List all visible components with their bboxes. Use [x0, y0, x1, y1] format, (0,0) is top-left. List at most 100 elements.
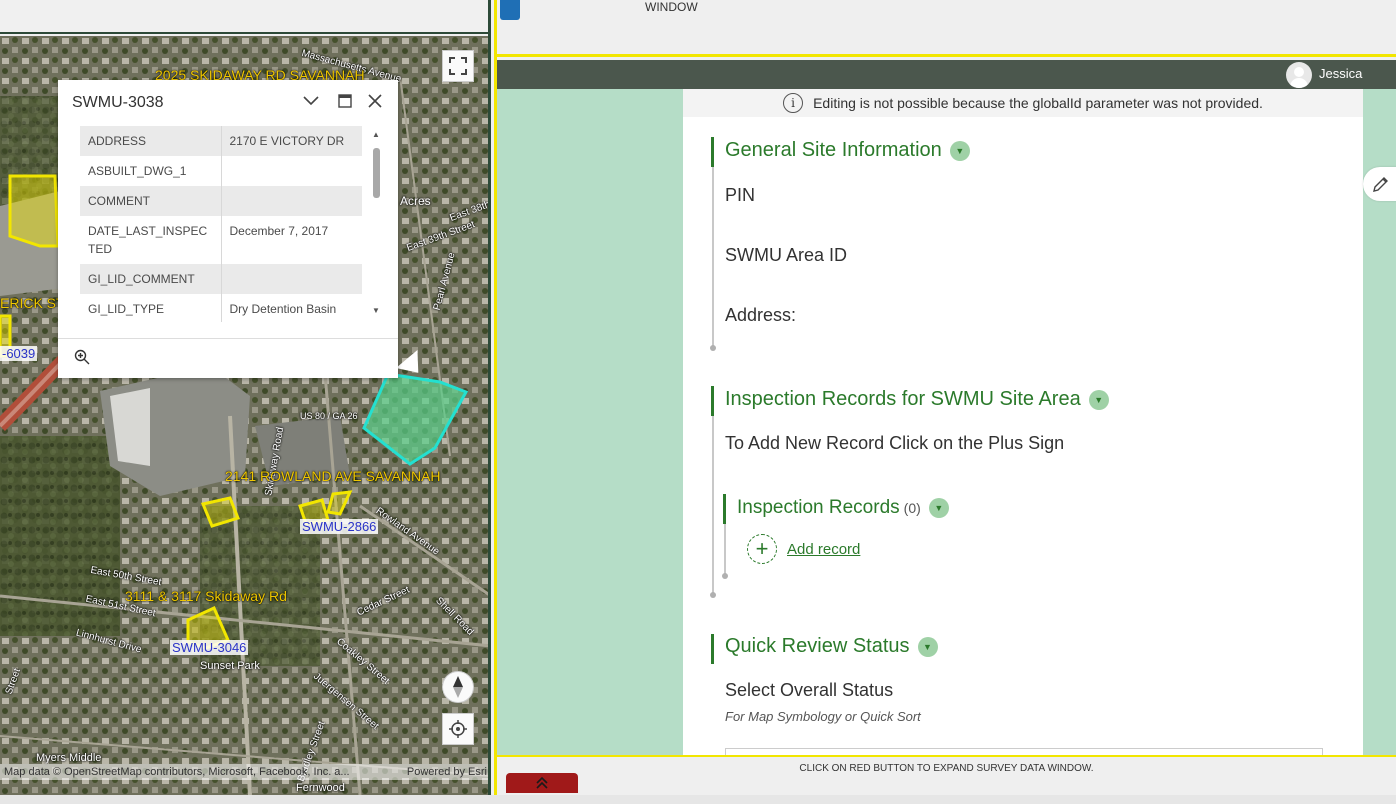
- fullscreen-button[interactable]: [442, 50, 474, 82]
- plus-icon[interactable]: +: [747, 534, 777, 564]
- window-bottom-edge: [0, 795, 1396, 804]
- edit-button[interactable]: [1363, 167, 1396, 201]
- user-name[interactable]: Jessica: [1319, 66, 1362, 81]
- group-bar: [711, 386, 714, 416]
- field-value: [221, 156, 362, 186]
- swmu-label[interactable]: SWMU-2866: [300, 519, 379, 534]
- inspection-note: To Add New Record Click on the Plus Sign: [725, 433, 1065, 453]
- map-pane: Massachusetts Avenue Acres East 38th Eas…: [0, 0, 491, 795]
- compass-icon: [453, 676, 463, 698]
- table-row: GI_LID_TYPE Dry Detention Basin: [80, 294, 362, 322]
- field-label-address: Address:: [725, 305, 797, 325]
- popup-close-button[interactable]: [364, 90, 386, 112]
- field-value: December 7, 2017: [229, 224, 329, 238]
- place-label: Sunset Park: [200, 660, 260, 672]
- field-label-pin: PIN: [725, 185, 756, 205]
- place-label: Fernwood: [296, 782, 345, 794]
- survey-form: i Editing is not possible because the gl…: [683, 89, 1363, 755]
- field-value: Dry Detention Basin: [229, 302, 337, 316]
- window-tab[interactable]: [500, 0, 520, 20]
- group-line: [712, 167, 714, 347]
- map-attribution: Map data © OpenStreetMap contributors, M…: [0, 764, 488, 780]
- collapse-icon[interactable]: ▼: [928, 498, 949, 518]
- popup-dock-button[interactable]: [334, 90, 356, 112]
- collapse-icon[interactable]: ▼: [1088, 389, 1109, 410]
- scroll-down-arrow-icon[interactable]: ▼: [372, 306, 380, 315]
- group-title-quick-review[interactable]: Quick Review Status ▼: [725, 635, 938, 658]
- survey-header: Jessica: [497, 60, 1396, 89]
- field-label-overall-status: Select Overall Status: [725, 680, 894, 700]
- group-title-text: General Site Information: [725, 139, 942, 161]
- group-line: [712, 416, 714, 594]
- locate-button[interactable]: [442, 713, 474, 745]
- table-row: DATE_LAST_INSPECTED December 7, 2017: [80, 216, 362, 264]
- compass-button[interactable]: [442, 671, 474, 703]
- collapse-icon[interactable]: ▼: [949, 140, 970, 161]
- feature-popup: SWMU-3038 ADDRESS 2170 E VICTORY DR ASBUI…: [58, 80, 398, 378]
- group-end-dot: [710, 345, 716, 351]
- address-label: ERICK ST: [0, 295, 65, 311]
- bottom-bar: CLICK ON RED BUTTON TO EXPAND SURVEY DAT…: [497, 755, 1396, 795]
- table-row: GI_LID_COMMENT: [80, 264, 362, 294]
- field-value: [221, 264, 362, 294]
- field-name: GI_LID_COMMENT: [80, 264, 222, 294]
- field-name: GI_LID_TYPE: [80, 294, 222, 322]
- scrollbar-thumb[interactable]: [373, 148, 380, 198]
- map-top-strip: [0, 0, 488, 34]
- popup-attribute-list[interactable]: ADDRESS 2170 E VICTORY DR ASBUILT_DWG_1 C…: [80, 126, 382, 322]
- table-row: ADDRESS 2170 E VICTORY DR: [80, 126, 362, 156]
- group-bar: [711, 137, 714, 167]
- survey-background: i Editing is not possible because the gl…: [497, 89, 1396, 755]
- field-name: DATE_LAST_INSPECTED: [80, 216, 222, 264]
- popup-collapse-button[interactable]: [300, 90, 322, 112]
- repeat-end-dot: [722, 573, 728, 579]
- expand-hint: CLICK ON RED BUTTON TO EXPAND SURVEY DAT…: [799, 763, 1094, 774]
- popup-attribute-table: ADDRESS 2170 E VICTORY DR ASBUILT_DWG_1 C…: [80, 126, 362, 322]
- info-icon: i: [783, 93, 804, 113]
- group-end-dot: [710, 592, 716, 598]
- field-name: COMMENT: [80, 186, 222, 216]
- address-label: 2141 ROWLAND AVE SAVANNAH: [225, 468, 441, 484]
- add-record-link[interactable]: Add record: [787, 541, 860, 558]
- expand-survey-button[interactable]: [506, 773, 578, 793]
- field-name: ASBUILT_DWG_1: [80, 156, 222, 186]
- place-label: Myers Middle: [36, 752, 102, 764]
- avatar[interactable]: [1286, 62, 1312, 88]
- swmu-label[interactable]: -6039: [0, 346, 38, 361]
- popup-footer: [58, 338, 398, 378]
- repeat-line: [724, 524, 726, 574]
- dock-icon: [338, 94, 352, 108]
- powered-by-esri[interactable]: Powered by Esri: [407, 764, 487, 780]
- popup-title: SWMU-3038: [72, 94, 164, 111]
- address-label: 3111 & 3117 Skidaway Rd: [125, 588, 287, 604]
- double-chevron-up-icon: [536, 777, 548, 789]
- table-row: COMMENT: [80, 186, 362, 216]
- field-value: [221, 186, 362, 216]
- expand-icon: [449, 57, 467, 75]
- close-icon: [368, 94, 382, 108]
- group-title-text: Quick Review Status: [725, 635, 910, 657]
- road-label: US 80 / GA 26: [300, 411, 358, 421]
- group-title-inspection[interactable]: Inspection Records for SWMU Site Area ▼: [725, 388, 1109, 411]
- repeat-title-inspection-records[interactable]: Inspection Records (0) ▼: [737, 497, 949, 519]
- zoom-in-icon: [74, 349, 90, 365]
- overall-status-select[interactable]: [725, 748, 1323, 755]
- repeat-bar: [723, 494, 726, 524]
- zoom-to-button[interactable]: [74, 349, 90, 368]
- group-title-general[interactable]: General Site Information ▼: [725, 139, 970, 162]
- chevron-down-icon: [303, 96, 319, 106]
- field-name: ADDRESS: [80, 126, 222, 156]
- record-count: (0): [903, 500, 921, 516]
- window-label: WINDOW: [645, 0, 698, 14]
- attribution-text: Map data © OpenStreetMap contributors, M…: [4, 766, 350, 778]
- add-record-button[interactable]: + Add record: [747, 534, 860, 564]
- field-hint-overall-status: For Map Symbology or Quick Sort: [725, 709, 921, 724]
- edit-notice-text: Editing is not possible because the glob…: [813, 95, 1263, 111]
- road-label: Acres: [400, 194, 431, 208]
- collapse-icon[interactable]: ▼: [917, 636, 938, 657]
- swmu-label[interactable]: SWMU-3046: [170, 640, 249, 655]
- popup-scrollbar[interactable]: ▲ ▼: [370, 126, 382, 322]
- field-label-swmu-area-id: SWMU Area ID: [725, 245, 848, 265]
- survey-pane: WINDOW Jessica i Editing is not possible…: [494, 0, 1396, 795]
- scroll-up-arrow-icon[interactable]: ▲: [372, 130, 380, 139]
